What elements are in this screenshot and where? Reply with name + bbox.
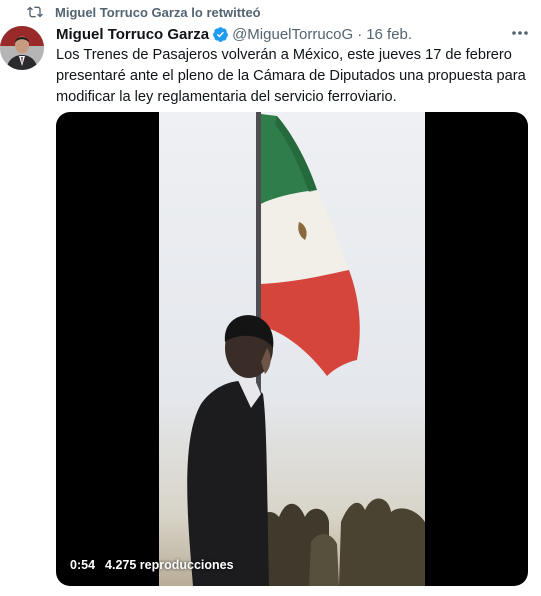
retweet-icon	[27, 4, 43, 20]
tweet-date[interactable]: 16 feb.	[366, 26, 412, 43]
video-views: 4.275 reproducciones	[105, 558, 234, 572]
avatar[interactable]	[0, 26, 44, 70]
author-handle[interactable]: @MiguelTorrucoG	[232, 26, 353, 43]
author-name[interactable]: Miguel Torruco Garza	[56, 26, 209, 43]
video-stats: 0:54 4.275 reproducciones	[70, 558, 234, 572]
video-duration: 0:54	[70, 558, 96, 572]
retweet-context: Miguel Torruco Garza lo retwitteó	[27, 4, 261, 20]
video-thumbnail-image	[159, 112, 425, 586]
video-player[interactable]: 0:54 4.275 reproducciones	[56, 112, 528, 586]
tweet-text: Los Trenes de Pasajeros volverán a Méxic…	[56, 47, 526, 105]
more-options-icon[interactable]	[510, 24, 530, 42]
tweet-header: Miguel Torruco Garza @MiguelTorrucoG · 1…	[56, 24, 541, 44]
avatar-image	[0, 26, 44, 70]
separator-dot: ·	[357, 25, 363, 43]
video-frame	[159, 112, 425, 586]
retweet-label[interactable]: Miguel Torruco Garza lo retwitteó	[55, 5, 261, 20]
verified-badge-icon[interactable]	[212, 26, 229, 43]
